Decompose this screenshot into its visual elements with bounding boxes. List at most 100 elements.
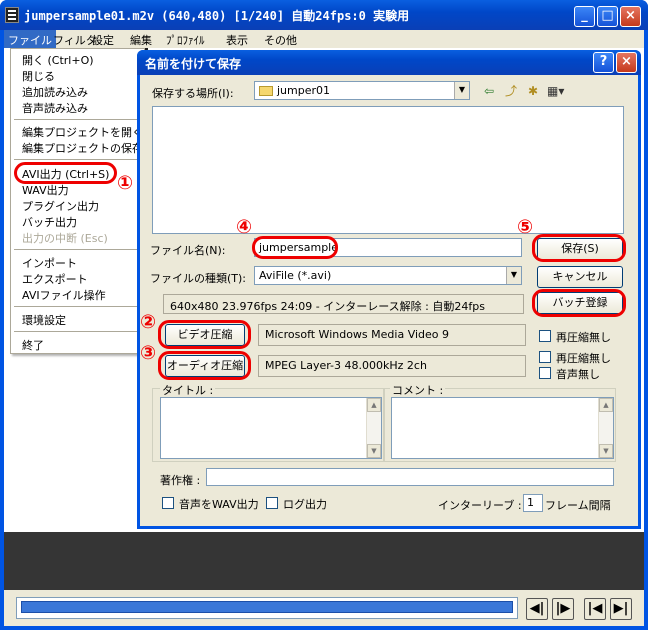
comment-scrollbar[interactable]: ▲ ▼ xyxy=(598,398,613,458)
filetype-value: AviFile (*.avi) xyxy=(259,269,332,282)
comment-label: コメント : xyxy=(390,382,446,398)
annotation-5: ⑤ xyxy=(517,216,534,238)
annotation-1: ① xyxy=(117,172,134,194)
interleave-input[interactable]: 1 xyxy=(523,494,543,512)
menu-save-project[interactable]: 編集プロジェクトの保存 xyxy=(22,140,143,156)
chevron-down-icon[interactable]: ▼ xyxy=(454,82,469,99)
wav-output-checkbox[interactable] xyxy=(162,497,174,509)
menu-edit[interactable]: 編集 xyxy=(130,32,152,48)
menu-import[interactable]: インポート xyxy=(22,255,77,271)
menu-open-project[interactable]: 編集プロジェクトを開く xyxy=(22,124,143,140)
menu-profile[interactable]: ﾌﾟﾛﾌｧｲﾙ xyxy=(166,32,205,48)
menu-open[interactable]: 開く (Ctrl+O) xyxy=(22,52,94,68)
save-location-value: jumper01 xyxy=(277,84,331,97)
menu-abort-output: 出力の中断 (Esc) xyxy=(22,232,108,245)
scroll-down-icon[interactable]: ▼ xyxy=(367,444,381,458)
go-end-button[interactable]: ▶| xyxy=(610,598,632,620)
menu-wav-output[interactable]: WAV出力 xyxy=(22,182,69,198)
window-title: jumpersample01.m2v (640,480) [1/240] 自動2… xyxy=(24,9,410,23)
scroll-up-icon[interactable]: ▲ xyxy=(367,398,381,412)
menu-file[interactable]: ファイル xyxy=(4,30,56,48)
menu-filter[interactable]: フィルタ xyxy=(53,32,97,48)
scroll-down-icon[interactable]: ▼ xyxy=(599,444,613,458)
highlight-video-compress xyxy=(158,320,251,349)
highlight-avi-output xyxy=(14,162,117,184)
video-codec-display: Microsoft Windows Media Video 9 xyxy=(258,324,526,346)
next-frame-button[interactable]: |▶ xyxy=(552,598,574,620)
chevron-down-icon[interactable]: ▼ xyxy=(506,267,521,284)
main-title-bar[interactable]: jumpersample01.m2v (640,480) [1/240] 自動2… xyxy=(0,0,648,30)
copyright-label: 著作権 : xyxy=(160,474,201,487)
preview-area xyxy=(4,532,644,590)
highlight-batch xyxy=(532,289,626,317)
menu-plugin-output[interactable]: プラグイン出力 xyxy=(22,198,99,214)
title-scrollbar[interactable]: ▲ ▼ xyxy=(366,398,381,458)
menu-close[interactable]: 閉じる xyxy=(22,68,55,84)
log-output-checkbox[interactable] xyxy=(266,497,278,509)
file-list-view[interactable] xyxy=(152,106,624,234)
interleave-unit: フレーム間隔 xyxy=(545,499,611,512)
filename-label: ファイル名(N): xyxy=(150,244,226,257)
interleave-value: 1 xyxy=(527,496,534,509)
save-location-label: 保存する場所(I): xyxy=(152,87,234,100)
help-button[interactable]: ? xyxy=(593,52,614,73)
film-icon xyxy=(5,7,19,23)
wav-output-label: 音声をWAV出力 xyxy=(179,498,259,511)
copyright-input[interactable] xyxy=(206,468,614,486)
log-output-label: ログ出力 xyxy=(283,498,327,511)
highlight-save xyxy=(532,234,626,262)
go-start-button[interactable]: |◀ xyxy=(584,598,606,620)
view-menu-icon[interactable]: ▦▾ xyxy=(547,84,564,98)
menu-separator xyxy=(14,249,142,250)
info-display: 640x480 23.976fps 24:09 - インターレース解除 : 自動… xyxy=(163,294,524,314)
timeline-fill xyxy=(21,601,513,613)
dialog-title-bar[interactable]: 名前を付けて保存 ? × xyxy=(137,50,641,75)
highlight-audio-compress xyxy=(158,351,251,380)
menu-avi-file-ops[interactable]: AVIファイル操作 xyxy=(22,287,106,303)
save-location-combo[interactable]: jumper01 ▼ xyxy=(254,81,470,100)
recompress-none-audio-checkbox[interactable] xyxy=(539,351,551,363)
annotation-3: ③ xyxy=(140,342,157,364)
filetype-combo[interactable]: AviFile (*.avi) ▼ xyxy=(254,266,522,285)
timeline-slider[interactable] xyxy=(16,597,518,619)
dialog-title: 名前を付けて保存 xyxy=(145,57,242,71)
menu-separator xyxy=(14,306,142,307)
recompress-none-video-label: 再圧縮無し xyxy=(556,331,611,344)
annotation-2: ② xyxy=(140,311,157,333)
menu-exit[interactable]: 終了 xyxy=(22,337,44,353)
file-menu-dropdown: 開く (Ctrl+O) 閉じる 追加読み込み 音声読み込み 編集プロジェクトを開… xyxy=(10,48,145,354)
menu-batch-output[interactable]: バッチ出力 xyxy=(22,214,77,230)
dialog-close-button[interactable]: × xyxy=(616,52,637,73)
maximize-button[interactable]: □ xyxy=(597,6,618,27)
menu-other[interactable]: その他 xyxy=(264,32,297,48)
menu-bar: ファイル フィルタ 設定 編集 ﾌﾟﾛﾌｧｲﾙ 表示 その他 xyxy=(4,30,644,48)
recompress-none-audio-label: 再圧縮無し xyxy=(556,352,611,365)
audio-codec-display: MPEG Layer-3 48.000kHz 2ch xyxy=(258,355,526,377)
folder-icon xyxy=(259,86,273,96)
new-folder-icon[interactable]: ✱ xyxy=(525,84,541,98)
title-label: タイトル : xyxy=(160,382,216,398)
annotation-4: ④ xyxy=(236,216,253,238)
back-icon[interactable]: ⇦ xyxy=(481,84,497,98)
menu-settings[interactable]: 設定 xyxy=(92,32,114,48)
no-audio-checkbox[interactable] xyxy=(539,367,551,379)
menu-separator xyxy=(14,159,142,160)
comment-textarea[interactable]: ▲ ▼ xyxy=(391,397,614,459)
menu-load-audio[interactable]: 音声読み込み xyxy=(22,100,88,116)
menu-view[interactable]: 表示 xyxy=(226,32,248,48)
menu-append[interactable]: 追加読み込み xyxy=(22,84,88,100)
cancel-button[interactable]: キャンセル xyxy=(537,266,623,288)
no-audio-label: 音声無し xyxy=(556,368,600,381)
up-folder-icon[interactable]: ⤴ xyxy=(503,84,519,98)
menu-export[interactable]: エクスポート xyxy=(22,271,88,287)
menu-separator xyxy=(14,331,142,332)
scroll-up-icon[interactable]: ▲ xyxy=(599,398,613,412)
minimize-button[interactable]: _ xyxy=(574,6,595,27)
close-button[interactable]: × xyxy=(620,6,641,27)
interleave-label: インターリーブ : xyxy=(438,499,522,512)
menu-separator xyxy=(14,119,142,120)
recompress-none-video-checkbox[interactable] xyxy=(539,330,551,342)
menu-preferences[interactable]: 環境設定 xyxy=(22,312,66,328)
title-textarea[interactable]: ▲ ▼ xyxy=(160,397,382,459)
prev-frame-button[interactable]: ◀| xyxy=(526,598,548,620)
